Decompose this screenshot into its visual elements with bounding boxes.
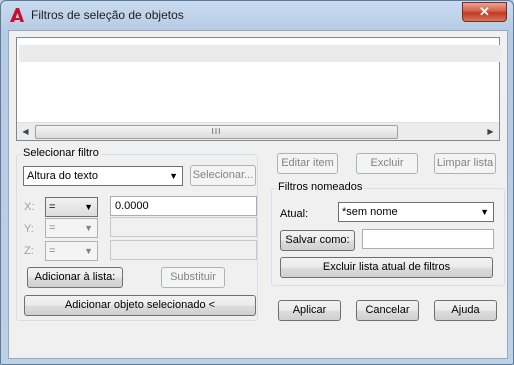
scroll-thumb[interactable]: III bbox=[35, 125, 398, 139]
clear-list-button[interactable]: Limpar lista bbox=[434, 153, 496, 174]
select-button[interactable]: Selecionar... bbox=[190, 165, 256, 186]
z-operator-value: = bbox=[49, 245, 56, 257]
chevron-down-icon: ▼ bbox=[84, 223, 93, 233]
chevron-down-icon: ▼ bbox=[480, 207, 489, 217]
chevron-down-icon: ▼ bbox=[169, 171, 178, 181]
apply-button[interactable]: Aplicar bbox=[278, 300, 341, 321]
z-label: Z: bbox=[24, 245, 34, 257]
z-value-input[interactable] bbox=[110, 240, 257, 260]
scroll-left-icon[interactable]: ◀ bbox=[17, 123, 34, 140]
x-operator-value: = bbox=[49, 201, 56, 213]
select-filter-label: Selecionar filtro bbox=[21, 147, 101, 159]
filter-list[interactable]: ◀ III ▶ bbox=[16, 37, 501, 141]
current-label: Atual: bbox=[280, 208, 309, 220]
chevron-down-icon: ▼ bbox=[84, 246, 93, 256]
add-to-list-button[interactable]: Adicionar à lista: bbox=[27, 267, 123, 288]
filter-type-dropdown[interactable]: Altura do texto ▼ bbox=[23, 166, 183, 186]
close-icon: ✕ bbox=[479, 4, 490, 19]
dialog-body: ◀ III ▶ Selecionar filtro Altura do text… bbox=[8, 30, 508, 359]
save-as-button[interactable]: Salvar como: bbox=[280, 230, 355, 251]
list-item[interactable] bbox=[19, 45, 501, 62]
cancel-button[interactable]: Cancelar bbox=[356, 300, 419, 321]
autocad-logo-icon bbox=[10, 8, 24, 22]
scroll-right-icon[interactable]: ▶ bbox=[482, 123, 499, 140]
dialog-window: Filtros de seleção de objetos ✕ ◀ III ▶ … bbox=[0, 0, 514, 365]
y-operator-dropdown[interactable]: = ▼ bbox=[45, 218, 98, 238]
scroll-grip-icon: III bbox=[211, 127, 222, 136]
delete-current-filter-list-button[interactable]: Excluir lista atual de filtros bbox=[280, 257, 493, 278]
help-button[interactable]: Ajuda bbox=[434, 300, 497, 321]
y-operator-value: = bbox=[49, 222, 56, 234]
chevron-down-icon: ▼ bbox=[84, 202, 93, 212]
x-operator-dropdown[interactable]: = ▼ bbox=[45, 197, 98, 217]
filter-type-value: Altura do texto bbox=[27, 170, 98, 182]
y-label: Y: bbox=[24, 223, 34, 235]
window-title: Filtros de seleção de objetos bbox=[31, 8, 184, 22]
close-button[interactable]: ✕ bbox=[462, 2, 507, 22]
x-value-input[interactable]: 0.0000 bbox=[110, 196, 257, 216]
edit-item-button[interactable]: Editar item bbox=[277, 153, 338, 174]
save-as-input[interactable] bbox=[362, 229, 494, 249]
named-filters-label: Filtros nomeados bbox=[276, 181, 365, 193]
add-selected-object-button[interactable]: Adicionar objeto selecionado < bbox=[24, 295, 256, 316]
horizontal-scrollbar[interactable]: ◀ III ▶ bbox=[17, 122, 499, 140]
x-label: X: bbox=[24, 201, 35, 213]
current-filter-dropdown[interactable]: *sem nome ▼ bbox=[338, 202, 494, 222]
current-filter-value: *sem nome bbox=[342, 206, 398, 218]
title-bar[interactable]: Filtros de seleção de objetos ✕ bbox=[1, 1, 513, 29]
y-value-input[interactable] bbox=[110, 217, 257, 237]
delete-item-button[interactable]: Excluir bbox=[356, 153, 418, 174]
z-operator-dropdown[interactable]: = ▼ bbox=[45, 241, 98, 261]
substitute-button[interactable]: Substituir bbox=[161, 267, 225, 288]
